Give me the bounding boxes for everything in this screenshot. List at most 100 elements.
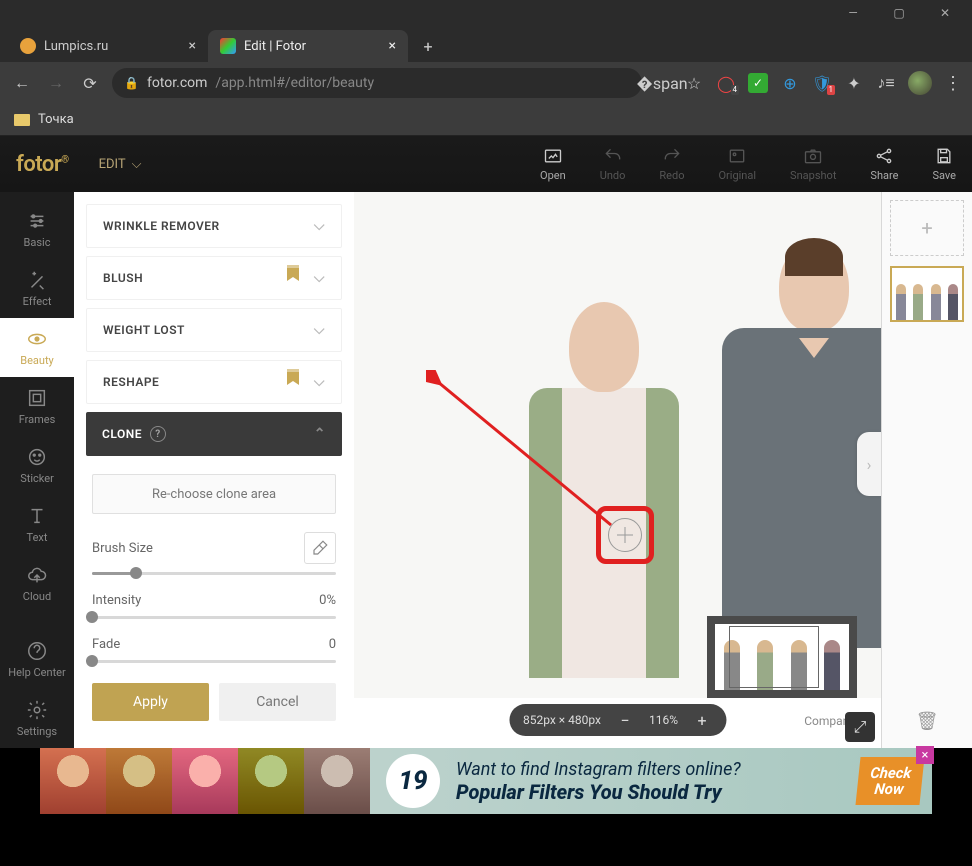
fotor-logo: fotor®	[16, 152, 69, 177]
window-titlebar: — ▢ ✕	[0, 0, 972, 26]
chevron-up-icon: ⌃	[314, 426, 326, 442]
url-path: /app.html#/editor/beauty	[215, 75, 374, 91]
canvas-area[interactable]: › 852px × 480px − 116% + Compare ⤢	[354, 192, 882, 748]
sidebar-item-settings[interactable]: Settings	[0, 689, 74, 748]
tab-close-icon[interactable]: ×	[389, 38, 396, 54]
zoom-out-button[interactable]: −	[615, 711, 635, 730]
ad-cta-button[interactable]: CheckNow	[855, 757, 924, 805]
tool-weight-lost[interactable]: WEIGHT LOST⌵	[86, 308, 342, 352]
add-image-button[interactable]: +	[890, 200, 964, 256]
share-button[interactable]: Share	[870, 146, 898, 182]
translate-icon[interactable]: �span	[652, 73, 672, 93]
sidebar-item-frames[interactable]: Frames	[0, 377, 74, 436]
window-close[interactable]: ✕	[922, 0, 968, 26]
delete-thumbnail-button[interactable]: 🗑	[916, 711, 939, 740]
mode-dropdown[interactable]: EDIT⌵	[99, 157, 142, 172]
canvas-nav-right[interactable]: ›	[857, 432, 881, 496]
intensity-slider[interactable]	[92, 616, 336, 619]
chevron-down-icon: ⌵	[314, 322, 325, 338]
redo-button[interactable]: Redo	[659, 146, 684, 182]
nav-forward[interactable]: →	[44, 71, 68, 95]
ad-close-button[interactable]: ×	[916, 746, 934, 764]
sidebar-item-basic[interactable]: Basic	[0, 200, 74, 259]
beauty-panel: WRINKLE REMOVER⌵ BLUSH⌵ WEIGHT LOST⌵ RES…	[74, 192, 354, 748]
apply-button[interactable]: Apply	[92, 683, 209, 721]
original-button[interactable]: Original	[718, 146, 756, 182]
browser-menu[interactable]: ⋮	[944, 73, 962, 94]
zoom-in-button[interactable]: +	[692, 711, 712, 730]
undo-button[interactable]: Undo	[600, 146, 626, 182]
fade-slider[interactable]	[92, 660, 336, 663]
intensity-value: 0%	[319, 593, 336, 608]
tab-label: Lumpics.ru	[44, 39, 108, 54]
bookmark-item[interactable]: Точка	[38, 112, 74, 127]
ext-badge: 1	[827, 85, 836, 95]
ad-subhead: Popular Filters You Should Try	[456, 780, 858, 804]
intensity-label: Intensity	[92, 593, 141, 608]
check-ext-icon[interactable]: ✓	[748, 73, 768, 93]
tool-wrinkle-remover[interactable]: WRINKLE REMOVER⌵	[86, 204, 342, 248]
url-host: fotor.com	[147, 75, 207, 91]
new-tab-button[interactable]: +	[414, 32, 442, 60]
fade-label: Fade	[92, 637, 120, 652]
app-header: fotor® EDIT⌵ Open Undo Redo Original Sna…	[0, 136, 972, 192]
minimap-viewport[interactable]	[729, 626, 819, 688]
window-maximize[interactable]: ▢	[876, 0, 922, 26]
nav-back[interactable]: ←	[10, 71, 34, 95]
thumbnail-selected[interactable]	[890, 266, 964, 322]
zoom-toolbar: 852px × 480px − 116% +	[509, 704, 726, 736]
clone-settings: Re-choose clone area Brush Size Intensit…	[86, 464, 342, 731]
ad-banner[interactable]: 19 Want to find Instagram filters online…	[40, 748, 932, 814]
extensions-icon[interactable]: ✦	[844, 73, 864, 93]
sidebar-item-cloud[interactable]: Cloud	[0, 554, 74, 613]
chevron-down-icon: ⌵	[314, 374, 325, 390]
save-button[interactable]: Save	[932, 146, 956, 182]
nav-reload[interactable]: ⟳	[78, 71, 102, 95]
window-minimize[interactable]: —	[830, 0, 876, 26]
navigator-minimap[interactable]	[707, 616, 857, 698]
playlist-icon[interactable]: ♪≡	[876, 73, 896, 93]
tool-clone[interactable]: CLONE?⌃	[86, 412, 342, 456]
bookmarks-bar: Точка	[0, 104, 972, 136]
globe-ext-icon[interactable]: ⊕	[780, 73, 800, 93]
sidebar-item-beauty[interactable]: Beauty	[0, 318, 74, 377]
clone-cursor-indicator	[608, 518, 642, 552]
rechoose-clone-button[interactable]: Re-choose clone area	[92, 474, 336, 514]
zoom-level: 116%	[649, 713, 678, 727]
extension-icons: �span ☆ ◯4 ✓ ⊕ 🛡1 ✦ ♪≡ ⋮	[652, 71, 962, 95]
star-icon[interactable]: ☆	[684, 73, 704, 93]
tab-label: Edit | Fotor	[244, 39, 306, 54]
premium-ribbon-icon	[285, 265, 301, 285]
folder-icon	[14, 114, 30, 126]
ad-headline: Want to find Instagram filters online?	[456, 759, 858, 780]
tool-blush[interactable]: BLUSH⌵	[86, 256, 342, 300]
url-input[interactable]: 🔒 fotor.com/app.html#/editor/beauty	[112, 68, 642, 98]
profile-avatar[interactable]	[908, 71, 932, 95]
tool-reshape[interactable]: RESHAPE⌵	[86, 360, 342, 404]
eraser-button[interactable]	[304, 532, 336, 564]
ext-badge: 4	[731, 85, 740, 95]
bitwarden-ext-icon[interactable]: 🛡1	[812, 73, 832, 93]
fade-value: 0	[329, 637, 336, 652]
tab-fotor[interactable]: Edit | Fotor ×	[208, 30, 408, 62]
sidebar-item-sticker[interactable]: Sticker	[0, 436, 74, 495]
sidebar-item-text[interactable]: Text	[0, 495, 74, 554]
cancel-button[interactable]: Cancel	[219, 683, 336, 721]
sidebar-item-help[interactable]: Help Center	[0, 630, 74, 689]
help-icon[interactable]: ?	[150, 426, 166, 442]
image-dimensions: 852px × 480px	[523, 713, 601, 727]
brush-size-slider[interactable]	[92, 572, 336, 575]
favicon-lumpics	[20, 38, 36, 54]
sidebar-rail: Basic Effect Beauty Frames Sticker Text …	[0, 192, 74, 748]
expand-button[interactable]: ⤢	[845, 712, 875, 742]
favicon-fotor	[220, 38, 236, 54]
sidebar-item-effect[interactable]: Effect	[0, 259, 74, 318]
tab-lumpics[interactable]: Lumpics.ru ×	[8, 30, 208, 62]
tab-close-icon[interactable]: ×	[189, 38, 196, 54]
browser-addressbar: ← → ⟳ 🔒 fotor.com/app.html#/editor/beaut…	[0, 62, 972, 104]
snapshot-button[interactable]: Snapshot	[790, 146, 836, 182]
chevron-down-icon: ⌵	[314, 218, 325, 234]
opera-ext-icon[interactable]: ◯4	[716, 73, 736, 93]
person-figure	[504, 302, 704, 698]
open-button[interactable]: Open	[540, 146, 566, 182]
